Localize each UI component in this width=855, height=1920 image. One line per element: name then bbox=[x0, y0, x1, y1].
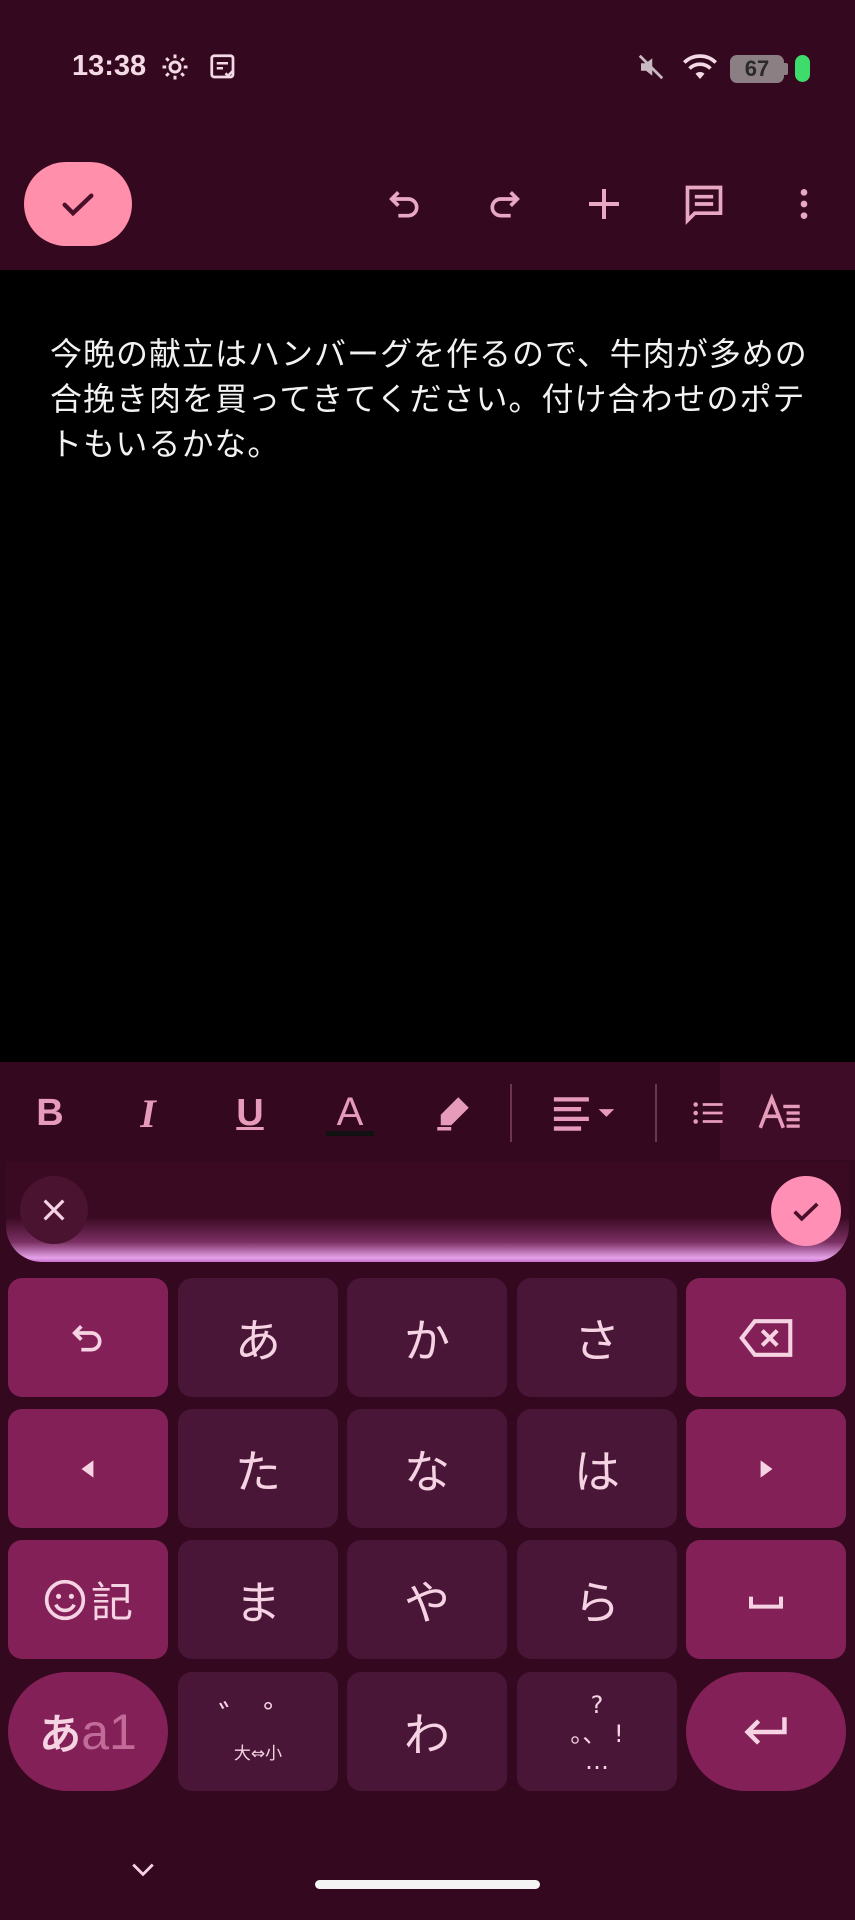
backspace-icon bbox=[739, 1318, 793, 1357]
symbol-label: 記 bbox=[90, 1578, 133, 1627]
document-body[interactable]: 今晩の献立はハンバーグを作るので、牛肉が多めの合挽き肉を買ってきてください。付け… bbox=[0, 270, 855, 1062]
key-ta[interactable]: た bbox=[178, 1409, 338, 1528]
settings-icon bbox=[160, 52, 190, 82]
cursor-left-key[interactable] bbox=[8, 1409, 168, 1528]
cursor-right-key[interactable] bbox=[686, 1409, 846, 1528]
comment-button[interactable] bbox=[680, 180, 728, 228]
document-text[interactable]: 今晩の献立はハンバーグを作るので、牛肉が多めの合挽き肉を買ってきてください。付け… bbox=[50, 332, 810, 467]
close-icon bbox=[43, 1199, 65, 1221]
battery-tip bbox=[784, 63, 788, 75]
redo-button[interactable] bbox=[480, 180, 528, 228]
undo-key[interactable] bbox=[8, 1278, 168, 1397]
key-sa[interactable]: さ bbox=[517, 1278, 677, 1397]
more-icon bbox=[800, 189, 808, 219]
chevron-down-icon bbox=[132, 1863, 154, 1877]
italic-button[interactable]: I bbox=[128, 1090, 168, 1136]
ime-candidate-strip bbox=[6, 1162, 849, 1262]
wifi-icon bbox=[682, 52, 718, 82]
hide-keyboard-button[interactable] bbox=[128, 1854, 158, 1884]
key-wa[interactable]: わ bbox=[347, 1672, 507, 1791]
space-icon bbox=[749, 1596, 783, 1609]
mode-label-kana: あ bbox=[39, 1710, 82, 1759]
text-color-swatch bbox=[326, 1131, 374, 1136]
list-button[interactable] bbox=[690, 1090, 724, 1136]
key-ka[interactable]: か bbox=[347, 1278, 507, 1397]
enter-icon bbox=[744, 1716, 787, 1745]
dakuten-label: ゛ ゜ bbox=[218, 1699, 298, 1739]
undo-icon bbox=[389, 191, 419, 218]
mute-icon bbox=[636, 52, 666, 82]
format-separator bbox=[655, 1084, 657, 1142]
comment-icon bbox=[685, 185, 723, 225]
arrow-left-icon bbox=[81, 1459, 94, 1478]
input-mode-key[interactable]: あ a1 bbox=[8, 1672, 168, 1791]
highlight-button[interactable] bbox=[428, 1090, 478, 1136]
punctuation-key[interactable]: ? 。、 ! … bbox=[517, 1672, 677, 1791]
size-toggle-label: 大⇔小 bbox=[233, 1744, 283, 1764]
add-icon bbox=[589, 189, 619, 219]
redo-icon bbox=[490, 191, 520, 218]
undo-icon bbox=[72, 1324, 102, 1351]
mode-label-alpha: a1 bbox=[81, 1703, 137, 1760]
punct-question: ? bbox=[590, 1690, 604, 1719]
dakuten-key[interactable]: ゛ ゜ 大⇔小 bbox=[178, 1672, 338, 1791]
battery-indicator: 67 bbox=[730, 55, 784, 83]
done-button[interactable] bbox=[24, 162, 132, 246]
confirm-button[interactable] bbox=[771, 1176, 841, 1246]
backspace-key[interactable] bbox=[686, 1278, 846, 1397]
status-time: 13:38 bbox=[72, 50, 147, 82]
text-color-label: A bbox=[336, 1090, 364, 1134]
arrow-right-icon bbox=[760, 1459, 773, 1478]
align-button[interactable] bbox=[550, 1090, 620, 1136]
emoji-symbol-key[interactable]: 記 bbox=[8, 1540, 168, 1659]
format-separator bbox=[510, 1084, 512, 1142]
align-icon bbox=[553, 1097, 615, 1131]
list-icon bbox=[693, 1102, 723, 1124]
check-icon bbox=[793, 1202, 819, 1222]
text-color-button[interactable]: A bbox=[325, 1090, 375, 1136]
text-style-icon bbox=[758, 1093, 800, 1129]
key-ma[interactable]: ま bbox=[178, 1540, 338, 1659]
punct-marks: 。、 ! bbox=[570, 1719, 624, 1748]
close-candidates-button[interactable] bbox=[20, 1176, 88, 1244]
gesture-nav-handle[interactable] bbox=[315, 1880, 540, 1889]
insert-button[interactable] bbox=[580, 180, 628, 228]
undo-button[interactable] bbox=[381, 180, 429, 228]
punct-ellipsis: … bbox=[585, 1746, 609, 1775]
enter-key[interactable] bbox=[686, 1672, 846, 1791]
status-bar: 13:38 67 bbox=[0, 0, 855, 140]
more-options-button[interactable] bbox=[780, 180, 828, 228]
camera-indicator bbox=[795, 55, 810, 82]
check-icon bbox=[62, 193, 94, 217]
text-style-button[interactable] bbox=[755, 1090, 805, 1136]
space-key[interactable] bbox=[686, 1540, 846, 1659]
highlight-icon bbox=[437, 1097, 469, 1131]
editor-toolbar bbox=[0, 140, 855, 270]
key-na[interactable]: な bbox=[347, 1409, 507, 1528]
keyboard: あ か さ た な は 記 ま や ら あ a1 ゛ ゜ 大⇔小 わ ? 。、 … bbox=[0, 1262, 855, 1920]
format-bar: B I U A bbox=[0, 1062, 855, 1160]
key-ha[interactable]: は bbox=[517, 1409, 677, 1528]
key-ra[interactable]: ら bbox=[517, 1540, 677, 1659]
bold-button[interactable]: B bbox=[30, 1090, 70, 1136]
underline-button[interactable]: U bbox=[230, 1090, 270, 1136]
note-icon bbox=[208, 52, 238, 82]
key-a[interactable]: あ bbox=[178, 1278, 338, 1397]
key-ya[interactable]: や bbox=[347, 1540, 507, 1659]
emoji-icon bbox=[44, 1579, 86, 1620]
